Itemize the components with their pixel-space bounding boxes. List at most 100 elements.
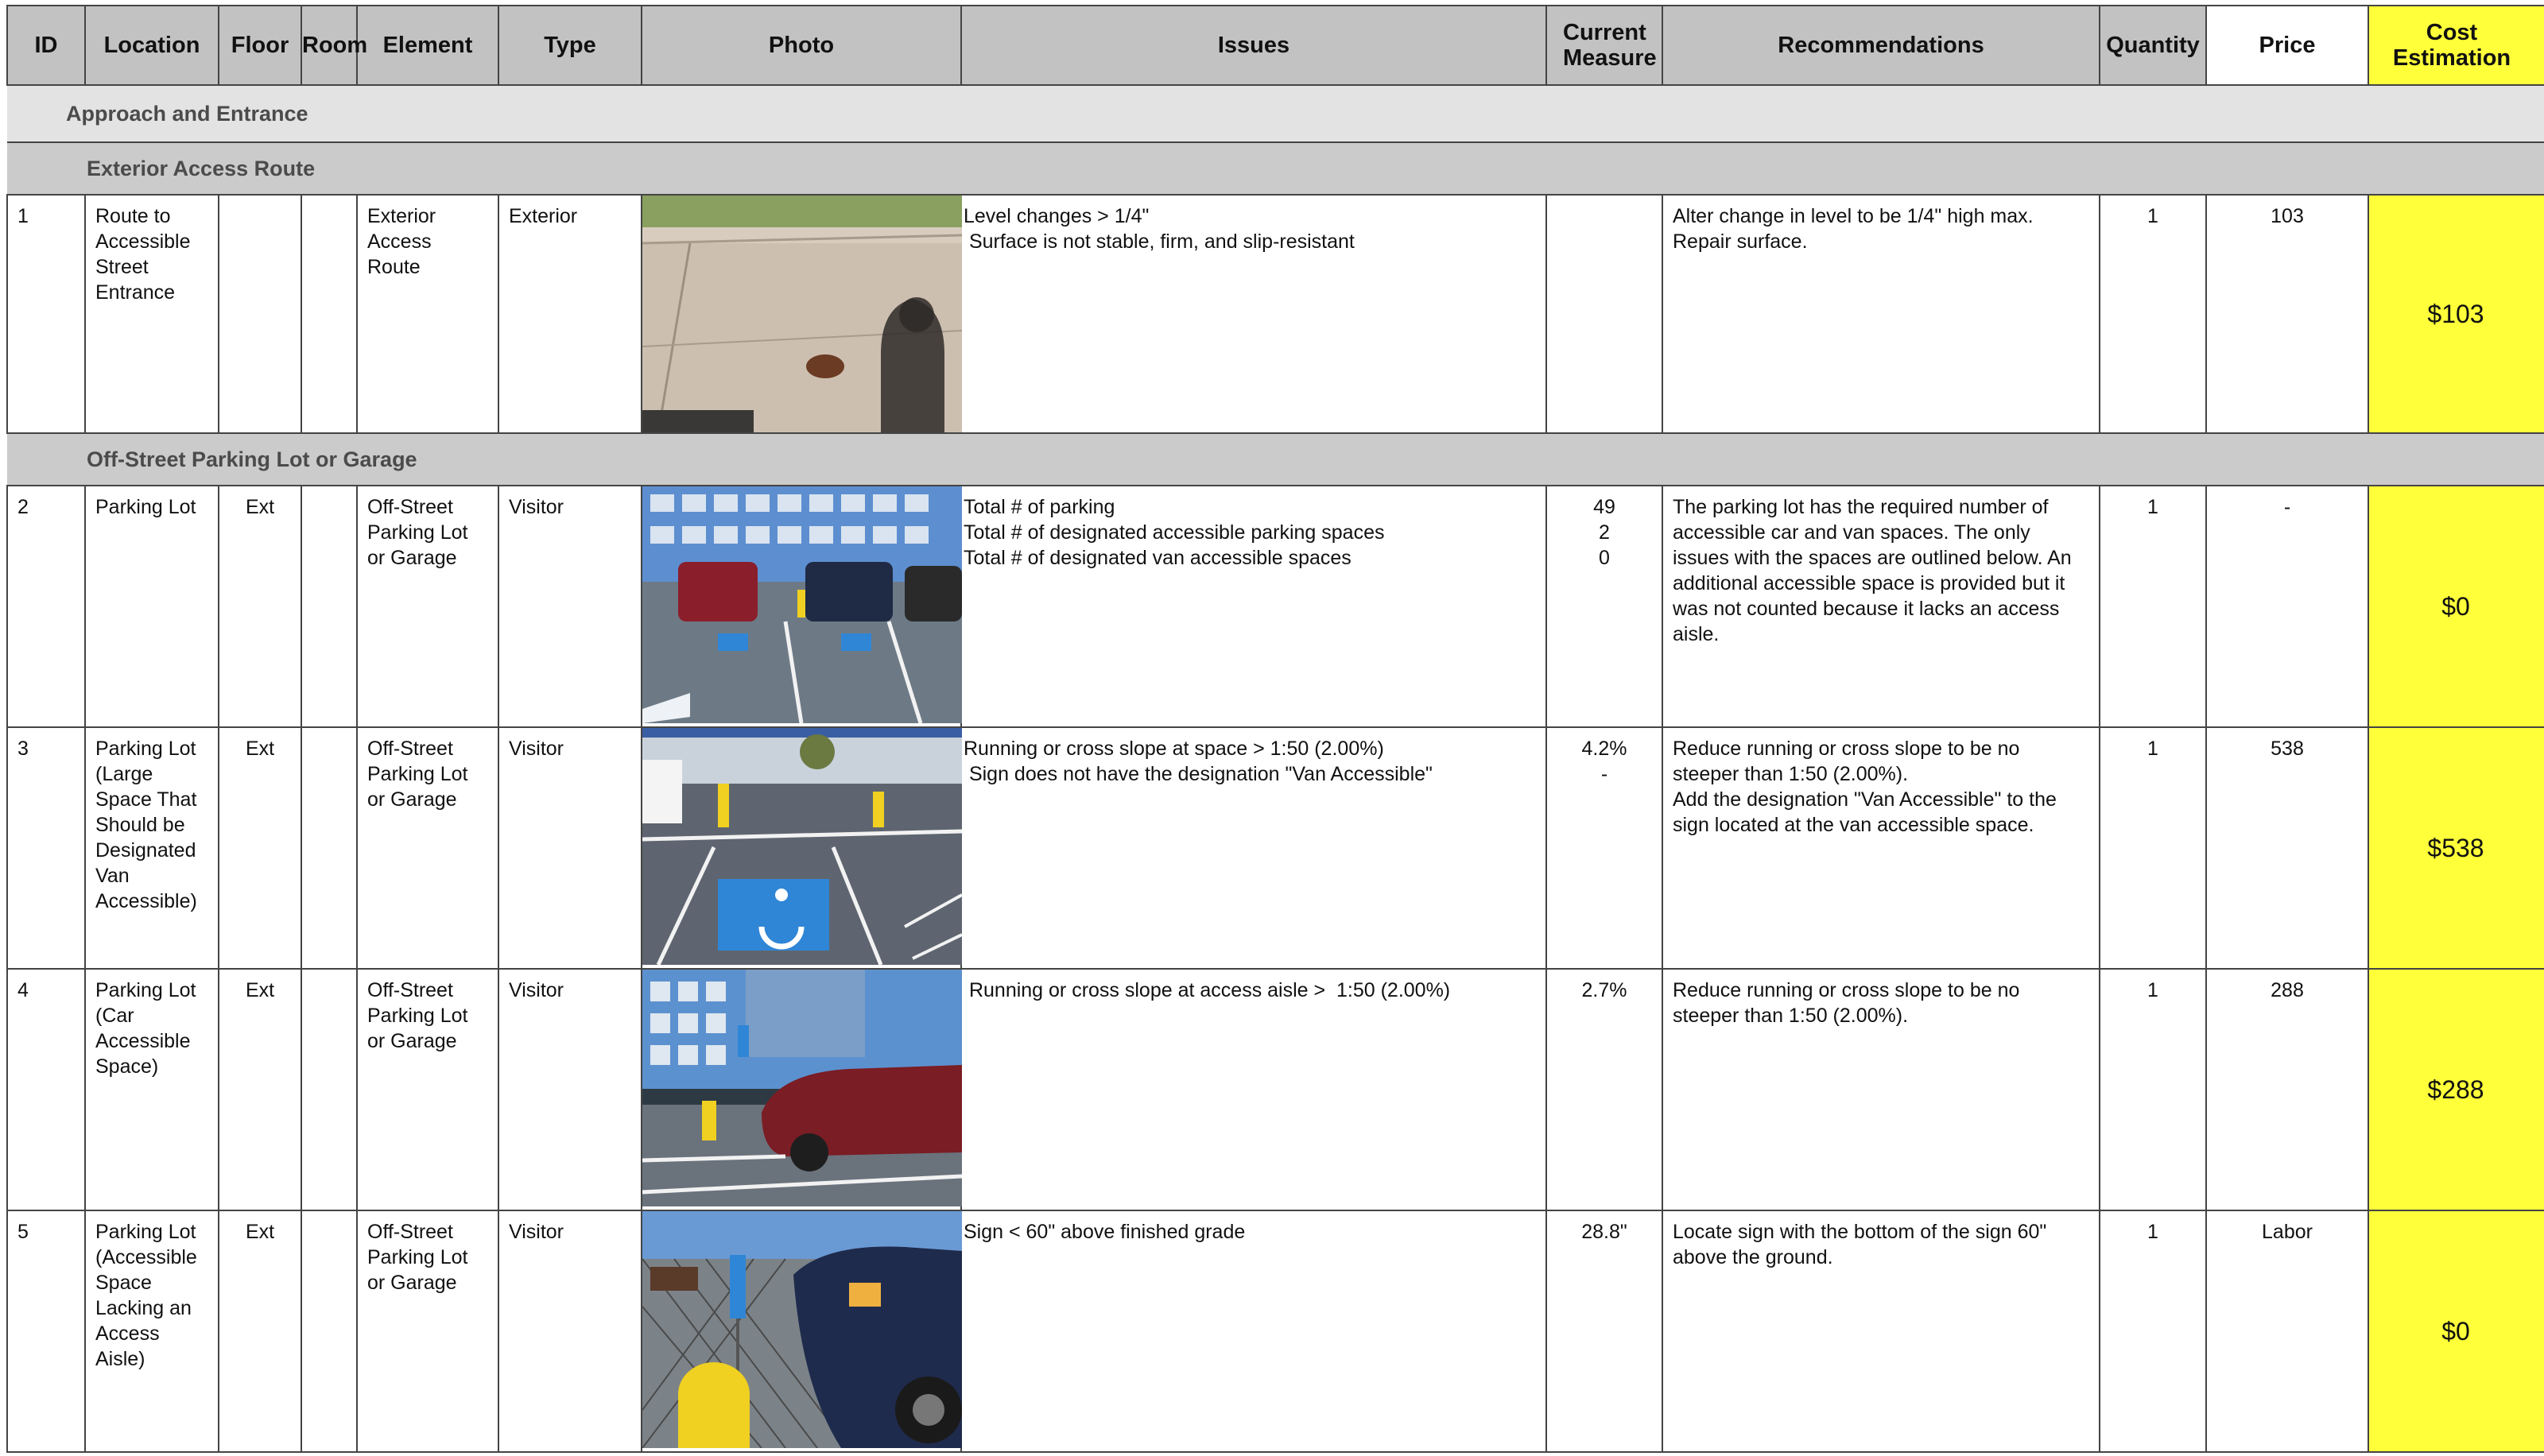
col-header-id[interactable]: ID bbox=[6, 5, 86, 86]
cell-cost-estimation[interactable]: $103 bbox=[2368, 194, 2544, 434]
cell-price[interactable]: 288 bbox=[2205, 968, 2369, 1211]
cell-issues[interactable]: Total # of parking Total # of designated … bbox=[960, 485, 1547, 728]
cell-recommendations[interactable]: Reduce running or cross slope to be no s… bbox=[1662, 968, 2100, 1211]
cell-location[interactable]: Parking Lot (Car Accessible Space) bbox=[84, 968, 219, 1211]
cell-id[interactable]: 4 bbox=[6, 968, 86, 1211]
cell-type[interactable]: Visitor bbox=[498, 1210, 642, 1453]
accessible-space-photo[interactable] bbox=[642, 728, 962, 965]
cell-room[interactable] bbox=[301, 194, 358, 434]
cell-floor[interactable]: Ext bbox=[218, 968, 302, 1211]
measure-value: 2.7% bbox=[1581, 979, 1627, 1001]
cell-location[interactable]: Parking Lot (Accessible Space Lacking an… bbox=[84, 1210, 219, 1453]
cell-room[interactable] bbox=[301, 1210, 358, 1453]
cell-recommendations[interactable]: Alter change in level to be 1/4" high ma… bbox=[1662, 194, 2100, 434]
cell-floor[interactable] bbox=[218, 194, 302, 434]
col-header-issues[interactable]: Issues bbox=[960, 5, 1547, 86]
cell-element[interactable]: Off-Street Parking Lot or Garage bbox=[356, 1210, 499, 1453]
cell-issues[interactable]: Running or cross slope at access aisle >… bbox=[960, 968, 1547, 1211]
subsection-row-parking[interactable]: Off-Street Parking Lot or Garage bbox=[7, 432, 2544, 486]
cell-quantity[interactable]: 1 bbox=[2099, 194, 2207, 434]
cell-photo[interactable] bbox=[641, 968, 962, 1211]
cell-type[interactable]: Exterior bbox=[498, 194, 642, 434]
col-header-recommendations[interactable]: Recommendations bbox=[1662, 5, 2100, 86]
cell-element[interactable]: Exterior Access Route bbox=[356, 194, 499, 434]
cell-quantity[interactable]: 1 bbox=[2099, 968, 2207, 1211]
cell-element[interactable]: Off-Street Parking Lot or Garage bbox=[356, 485, 499, 728]
cell-photo[interactable] bbox=[641, 1210, 962, 1453]
cell-current-measure[interactable] bbox=[1545, 194, 1663, 434]
location-text: Parking Lot bbox=[95, 496, 196, 518]
cell-issues[interactable]: Sign < 60" above finished grade bbox=[960, 1210, 1547, 1453]
cell-id[interactable]: 2 bbox=[6, 485, 86, 728]
recommendation-text: Locate sign with the bottom of the sign … bbox=[1673, 1221, 2053, 1268]
col-header-current-measure[interactable]: Current Measure bbox=[1545, 5, 1663, 86]
element-text: Off-Street Parking Lot or Garage bbox=[367, 496, 474, 569]
cell-quantity[interactable]: 1 bbox=[2099, 1210, 2207, 1453]
cell-floor[interactable]: Ext bbox=[218, 726, 302, 970]
cell-photo[interactable] bbox=[641, 194, 962, 434]
measure-value: 4.2% bbox=[1581, 738, 1627, 760]
cell-floor[interactable]: Ext bbox=[218, 485, 302, 728]
col-header-floor[interactable]: Floor bbox=[218, 5, 302, 86]
cell-photo[interactable] bbox=[641, 485, 962, 728]
parking-lot-photo[interactable] bbox=[642, 486, 962, 723]
cell-price[interactable]: - bbox=[2205, 485, 2369, 728]
cell-element[interactable]: Off-Street Parking Lot or Garage bbox=[356, 968, 499, 1211]
table-row[interactable]: 1 Route to Accessible Street Entrance Exte… bbox=[6, 194, 2544, 434]
cell-recommendations[interactable]: Reduce running or cross slope to be no s… bbox=[1662, 726, 2100, 970]
col-header-element[interactable]: Element bbox=[356, 5, 499, 86]
section-row-approach[interactable]: Approach and Entrance bbox=[7, 84, 2544, 143]
cell-issues[interactable]: Running or cross slope at space > 1:50 (… bbox=[960, 726, 1547, 970]
cell-quantity[interactable]: 1 bbox=[2099, 726, 2207, 970]
cell-room[interactable] bbox=[301, 726, 358, 970]
spreadsheet: ID Location Floor Room Element Type Phot… bbox=[0, 0, 2544, 1456]
col-header-price[interactable]: Price bbox=[2205, 5, 2369, 86]
cell-photo[interactable] bbox=[641, 726, 962, 970]
cell-recommendations[interactable]: The parking lot has the required number … bbox=[1662, 485, 2100, 728]
cell-quantity[interactable]: 1 bbox=[2099, 485, 2207, 728]
cell-type[interactable]: Visitor bbox=[498, 485, 642, 728]
cell-cost-estimation[interactable]: $0 bbox=[2368, 1210, 2544, 1453]
cell-recommendations[interactable]: Locate sign with the bottom of the sign … bbox=[1662, 1210, 2100, 1453]
cell-location[interactable]: Parking Lot bbox=[84, 485, 219, 728]
cell-type[interactable]: Visitor bbox=[498, 726, 642, 970]
subsection-row-exterior-route[interactable]: Exterior Access Route bbox=[7, 141, 2544, 196]
sidewalk-photo[interactable] bbox=[642, 196, 962, 432]
car-space-photo[interactable] bbox=[642, 970, 962, 1206]
cell-current-measure[interactable]: 2.7% bbox=[1545, 968, 1663, 1211]
cell-id[interactable]: 5 bbox=[6, 1210, 86, 1453]
table-row[interactable]: 3 Parking Lot (Large Space That Should be… bbox=[6, 726, 2544, 970]
cell-type[interactable]: Visitor bbox=[498, 968, 642, 1211]
cell-current-measure[interactable]: 28.8" bbox=[1545, 1210, 1663, 1453]
cell-price[interactable]: Labor bbox=[2205, 1210, 2369, 1453]
cell-location[interactable]: Route to Accessible Street Entrance bbox=[84, 194, 219, 434]
col-header-quantity[interactable]: Quantity bbox=[2099, 5, 2207, 86]
cell-issues[interactable]: Level changes > 1/4" Surface is not stab… bbox=[960, 194, 1547, 434]
cell-room[interactable] bbox=[301, 968, 358, 1211]
cell-price[interactable]: 538 bbox=[2205, 726, 2369, 970]
cell-cost-estimation[interactable]: $538 bbox=[2368, 726, 2544, 970]
quantity-text: 1 bbox=[2147, 738, 2158, 760]
cell-location[interactable]: Parking Lot (Large Space That Should be … bbox=[84, 726, 219, 970]
cell-element[interactable]: Off-Street Parking Lot or Garage bbox=[356, 726, 499, 970]
cell-current-measure[interactable]: 49 2 0 bbox=[1545, 485, 1663, 728]
table-row[interactable]: 5 Parking Lot (Accessible Space Lacking a… bbox=[6, 1210, 2544, 1453]
cell-cost-estimation[interactable]: $0 bbox=[2368, 485, 2544, 728]
col-header-cost-estimation[interactable]: Cost Estimation bbox=[2368, 5, 2544, 86]
cell-id[interactable]: 3 bbox=[6, 726, 86, 970]
cell-price[interactable]: 103 bbox=[2205, 194, 2369, 434]
col-header-location[interactable]: Location bbox=[84, 5, 219, 86]
table-row[interactable]: 4 Parking Lot (Car Accessible Space) Ext Of… bbox=[6, 968, 2544, 1211]
col-header-room[interactable]: Room bbox=[301, 5, 367, 86]
col-header-photo[interactable]: Photo bbox=[641, 5, 962, 86]
cell-cost-estimation[interactable]: $288 bbox=[2368, 968, 2544, 1211]
sign-photo[interactable] bbox=[642, 1211, 962, 1448]
location-text: Parking Lot (Car Accessible Space) bbox=[95, 979, 202, 1078]
cell-current-measure[interactable]: 4.2% - bbox=[1545, 726, 1663, 970]
id-text: 5 bbox=[17, 1221, 29, 1243]
cell-room[interactable] bbox=[301, 485, 358, 728]
table-row[interactable]: 2 Parking Lot Ext Off-Street Parking Lot or… bbox=[6, 485, 2544, 728]
cell-floor[interactable]: Ext bbox=[218, 1210, 302, 1453]
col-header-type[interactable]: Type bbox=[498, 5, 642, 86]
cell-id[interactable]: 1 bbox=[6, 194, 86, 434]
